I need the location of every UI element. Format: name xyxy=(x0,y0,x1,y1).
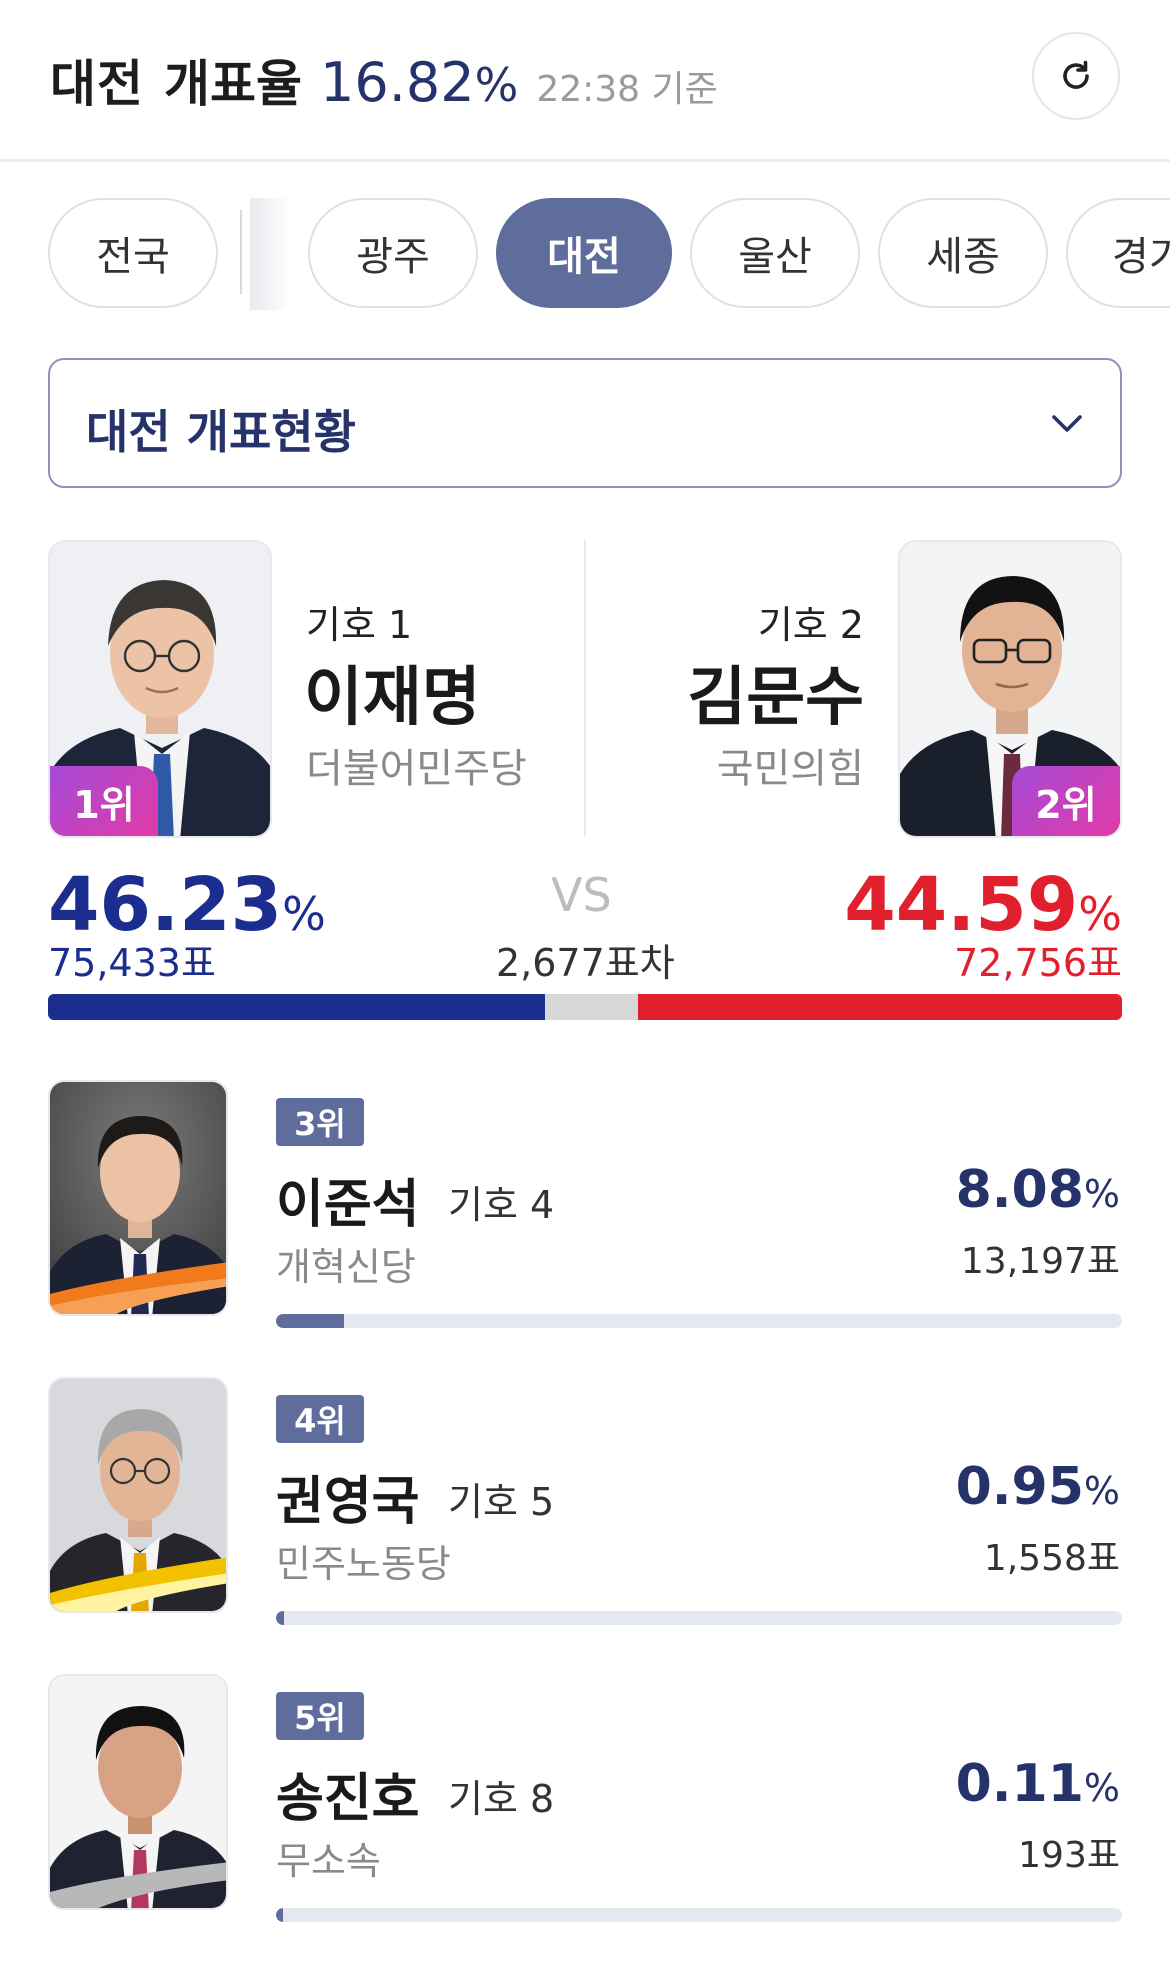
portrait-image xyxy=(50,1082,226,1314)
update-time: 22:38 기준 xyxy=(536,69,718,110)
tab-daejeon[interactable]: 대전 xyxy=(496,198,672,308)
vs-divider xyxy=(584,540,586,836)
candidate-5-party: 무소속 xyxy=(276,1839,381,1883)
tab-sejong[interactable]: 세종 xyxy=(878,198,1048,308)
candidate-1-share-bar xyxy=(48,994,545,1020)
tab-divider xyxy=(240,210,242,294)
results-dropdown[interactable]: 대전 개표현황 xyxy=(48,358,1122,488)
chevron-down-icon xyxy=(1052,415,1082,432)
candidate-3-photo[interactable] xyxy=(48,1080,228,1316)
candidate-4-share-bar xyxy=(276,1611,1122,1625)
refresh-button[interactable] xyxy=(1032,32,1120,120)
region-name: 대전 xyxy=(50,55,144,113)
candidate-1-number: 기호 1 xyxy=(306,603,413,647)
rank-tag-4: 4위 xyxy=(276,1395,364,1443)
candidate-3-number: 기호 4 xyxy=(448,1183,555,1227)
count-rate-label: 개표율 xyxy=(164,55,302,113)
candidate-2-votes: 72,756표 xyxy=(954,941,1122,985)
candidate-5-name[interactable]: 송진호 xyxy=(276,1756,420,1831)
candidate-3-name[interactable]: 이준석 xyxy=(276,1162,420,1237)
candidate-5-number: 기호 8 xyxy=(448,1777,555,1821)
vs-label: VS xyxy=(551,868,612,922)
candidate-2-number: 기호 2 xyxy=(757,603,864,647)
tab-ulsan[interactable]: 울산 xyxy=(690,198,860,308)
rank-tag-5: 5위 xyxy=(276,1692,364,1740)
rank-tag-3: 3위 xyxy=(276,1098,364,1146)
region-tabs: 전국 광주 대전 울산 세종 경기 xyxy=(0,198,1170,310)
vote-share-bar xyxy=(48,994,1122,1020)
candidate-1-name[interactable]: 이재명 xyxy=(304,646,481,738)
refresh-icon xyxy=(1063,60,1089,89)
candidate-4-percent: 0.95% xyxy=(955,1457,1120,1517)
dropdown-label: 대전 개표현황 xyxy=(86,405,356,459)
count-rate-percent: % xyxy=(474,58,519,112)
tab-gyeonggi[interactable]: 경기 xyxy=(1066,198,1170,308)
candidate-1-party: 더불어민주당 xyxy=(306,746,527,792)
candidate-3-percent: 8.08% xyxy=(955,1160,1120,1220)
tab-national[interactable]: 전국 xyxy=(48,198,218,308)
tab-fade xyxy=(250,198,292,310)
candidate-2-name[interactable]: 김문수 xyxy=(687,646,864,738)
tab-gwangju[interactable]: 광주 xyxy=(308,198,478,308)
candidate-3-votes: 13,197표 xyxy=(960,1241,1120,1282)
portrait-image xyxy=(50,1379,226,1611)
rank-badge-2: 2위 xyxy=(1012,766,1120,836)
candidate-5-photo[interactable] xyxy=(48,1674,228,1910)
candidate-4-photo[interactable] xyxy=(48,1377,228,1613)
candidate-5-percent: 0.11% xyxy=(955,1754,1120,1814)
count-rate-value: 16.82 xyxy=(320,51,475,114)
share-fill xyxy=(276,1611,285,1625)
candidate-1-photo[interactable]: 1위 xyxy=(48,540,272,838)
candidate-4-name[interactable]: 권영국 xyxy=(276,1459,420,1534)
share-fill xyxy=(276,1908,283,1922)
vote-difference: 2,677표차 xyxy=(496,941,675,985)
page-title: 대전 개표율 16.82 % 22:38 기준 xyxy=(50,44,718,116)
share-fill xyxy=(276,1314,345,1328)
candidate-4-party: 민주노동당 xyxy=(276,1542,451,1586)
candidate-2-party: 국민의힘 xyxy=(716,746,864,792)
header: 대전 개표율 16.82 % 22:38 기준 xyxy=(0,0,1170,162)
candidate-5-share-bar xyxy=(276,1908,1122,1922)
candidate-1-votes: 75,433표 xyxy=(48,941,216,985)
candidate-3-share-bar xyxy=(276,1314,1122,1328)
candidate-4-number: 기호 5 xyxy=(448,1480,555,1524)
candidate-4-votes: 1,558표 xyxy=(983,1538,1120,1579)
candidate-3-party: 개혁신당 xyxy=(276,1245,416,1289)
candidate-2-photo[interactable]: 2위 xyxy=(898,540,1122,838)
candidate-2-share-bar xyxy=(638,994,1122,1020)
portrait-image xyxy=(50,1676,226,1908)
rank-badge-1: 1위 xyxy=(50,766,158,836)
candidate-5-votes: 193표 xyxy=(1018,1835,1120,1876)
